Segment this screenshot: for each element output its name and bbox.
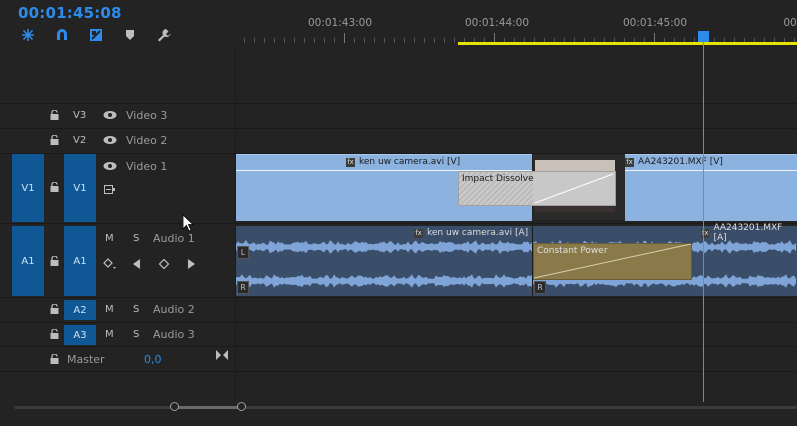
waveform-channel	[236, 239, 796, 255]
ruler-tick	[324, 38, 325, 43]
lock-icon[interactable]	[50, 182, 59, 192]
ruler-tick	[404, 38, 405, 43]
eye-icon[interactable]	[103, 110, 117, 120]
video-transition[interactable]: Impact Dissolve	[458, 171, 616, 206]
fx-badge-icon: fx	[625, 157, 634, 167]
ruler-tick	[384, 38, 385, 43]
clip-name: ken uw camera.avi [V]	[359, 157, 461, 167]
playhead-line[interactable]	[703, 42, 704, 402]
ruler-tick	[354, 38, 355, 43]
clip-name: AA243201.MXF [A]	[713, 223, 783, 243]
ruler-tick	[244, 38, 245, 43]
track-target-a2[interactable]: A2	[64, 300, 96, 320]
playhead-handle[interactable]	[698, 31, 709, 42]
solo-button[interactable]: S	[133, 329, 139, 340]
marker-icon[interactable]	[122, 27, 138, 43]
lock-icon[interactable]	[50, 354, 59, 364]
keyframe-toggle-icon[interactable]	[104, 185, 116, 198]
ruler-tick	[434, 38, 435, 43]
source-patch-a1[interactable]: A1	[12, 226, 44, 296]
transition-name: Impact Dissolve	[462, 174, 534, 184]
mute-button[interactable]: M	[105, 329, 114, 340]
master-volume-value[interactable]: 0,0	[144, 353, 162, 366]
zoom-handle-left[interactable]	[170, 402, 179, 411]
clip-title: fx AA243201.MXF [V]	[625, 155, 723, 169]
mute-button[interactable]: M	[105, 233, 114, 244]
previous-keyframe-icon[interactable]	[133, 259, 141, 272]
lock-icon[interactable]	[50, 256, 59, 266]
fx-badge-icon: fx	[346, 157, 355, 167]
mute-button[interactable]: M	[105, 304, 114, 315]
track-name-v2: Video 2	[126, 134, 168, 147]
ruler-label: 00:01:45:00	[622, 17, 688, 29]
horizontal-scrollbar[interactable]	[14, 406, 797, 409]
eye-icon[interactable]	[103, 161, 117, 171]
ruler-tick	[444, 38, 445, 43]
track-name-v3: Video 3	[126, 109, 168, 122]
ruler-tick	[294, 38, 295, 43]
current-timecode[interactable]: 00:01:45:08	[18, 4, 122, 22]
ruler-tick	[394, 38, 395, 43]
ruler-tick	[334, 38, 335, 43]
left-channel-label: L	[237, 246, 249, 259]
clip-name: AA243201.MXF [V]	[638, 157, 723, 167]
right-channel-label: R	[237, 281, 249, 294]
ruler-tick	[424, 38, 425, 43]
ruler-tick	[254, 38, 255, 43]
work-area-bar[interactable]	[458, 42, 797, 45]
ruler-tick	[374, 38, 375, 43]
ruler-tick	[304, 38, 305, 43]
ruler-tick	[284, 38, 285, 43]
ruler-label: 00	[783, 17, 797, 29]
video-clip[interactable]: fx AA243201.MXF [V]	[625, 154, 797, 221]
expand-collapse-icon[interactable]	[216, 350, 228, 363]
lock-icon[interactable]	[50, 135, 59, 145]
source-patch-v1[interactable]: V1	[12, 154, 44, 222]
scrollbar-thumb[interactable]	[175, 406, 242, 409]
snap-icon[interactable]	[20, 27, 36, 43]
ruler-tick	[364, 38, 365, 43]
clip-name: ken uw camera.avi [A]	[427, 228, 529, 238]
master-label: Master	[67, 353, 105, 366]
clip-title: fx AA243201.MXF [A]	[697, 223, 797, 243]
ruler-tick	[274, 38, 275, 43]
wrench-icon[interactable]	[156, 27, 172, 43]
track-name-v1: Video 1	[126, 160, 168, 173]
magnet-icon[interactable]	[54, 27, 70, 43]
linked-selection-icon[interactable]	[88, 27, 104, 43]
fx-badge-icon: fx	[414, 228, 423, 238]
solo-button[interactable]: S	[133, 304, 139, 315]
track-target-a1[interactable]: A1	[64, 226, 96, 296]
keyframe-options-icon[interactable]	[103, 258, 117, 273]
lock-icon[interactable]	[50, 329, 59, 339]
ruler-tick	[264, 38, 265, 43]
lock-icon[interactable]	[50, 304, 59, 314]
track-id-v3[interactable]: V3	[73, 110, 86, 121]
waveform-channel	[236, 274, 796, 288]
track-target-v1[interactable]: V1	[64, 154, 96, 222]
ruler-tick	[454, 38, 455, 43]
audio-transition[interactable]: Constant Power	[533, 243, 692, 280]
eye-icon[interactable]	[103, 135, 117, 145]
lock-icon[interactable]	[50, 110, 59, 120]
zoom-handle-right[interactable]	[237, 402, 246, 411]
right-channel-label: R	[534, 281, 546, 294]
track-id-v2[interactable]: V2	[73, 135, 86, 146]
ruler-tick	[344, 33, 345, 43]
track-target-a3[interactable]: A3	[64, 325, 96, 345]
track-name-a3: Audio 3	[153, 328, 195, 341]
clip-title: fx ken uw camera.avi [A]	[410, 226, 533, 240]
add-keyframe-icon[interactable]	[158, 258, 170, 272]
mouse-cursor-icon	[182, 214, 195, 236]
next-keyframe-icon[interactable]	[187, 259, 195, 272]
ruler-tick	[414, 38, 415, 43]
ruler-label: 00:01:44:00	[464, 17, 530, 29]
transition-name: Constant Power	[537, 246, 608, 256]
ruler-label: 00:01:43:00	[307, 17, 373, 29]
track-name-a2: Audio 2	[153, 303, 195, 316]
clip-title: fx ken uw camera.avi [V]	[346, 155, 460, 169]
solo-button[interactable]: S	[133, 233, 139, 244]
ruler-tick	[314, 38, 315, 43]
